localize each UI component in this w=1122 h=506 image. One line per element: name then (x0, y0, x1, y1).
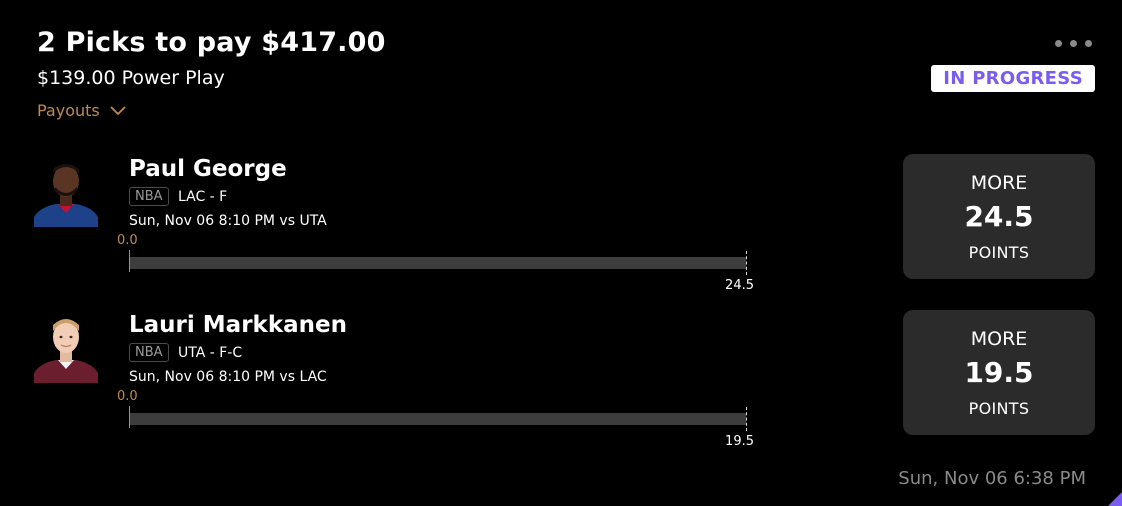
target-stat-value: 19.5 (725, 434, 754, 449)
pick-row: Paul George NBA LAC - F Sun, Nov 06 8:10… (0, 152, 1122, 302)
chevron-down-icon (110, 105, 126, 116)
team-position: LAC - F (178, 189, 228, 205)
pick-direction: MORE (970, 172, 1028, 194)
payouts-label: Payouts (37, 101, 100, 120)
pick-line-value: 19.5 (964, 356, 1034, 389)
entry-timestamp: Sun, Nov 06 6:38 PM (898, 468, 1086, 489)
player-name: Lauri Markkanen (129, 312, 347, 338)
pick-direction: MORE (970, 328, 1028, 350)
progress-target-marker (746, 251, 747, 275)
entry-title: 2 Picks to pay $417.00 (37, 27, 386, 58)
entry-subtitle: $139.00 Power Play (37, 67, 225, 89)
pick-row: Lauri Markkanen NBA UTA - F-C Sun, Nov 0… (0, 308, 1122, 458)
progress-bar (130, 257, 746, 269)
player-avatar (30, 157, 102, 227)
more-menu-button[interactable] (1053, 38, 1094, 49)
target-stat-value: 24.5 (725, 278, 754, 293)
pick-line-card[interactable]: MORE 19.5 POINTS (903, 310, 1095, 435)
league-badge: NBA (129, 187, 169, 206)
league-badge: NBA (129, 343, 169, 362)
payouts-toggle[interactable]: Payouts (37, 101, 126, 120)
current-stat-value: 0.0 (117, 389, 138, 404)
pick-line-value: 24.5 (964, 200, 1034, 233)
status-badge: IN PROGRESS (931, 65, 1095, 92)
pick-line-card[interactable]: MORE 24.5 POINTS (903, 154, 1095, 279)
pick-stat-type: POINTS (968, 399, 1030, 418)
current-stat-value: 0.0 (117, 233, 138, 248)
game-time: Sun, Nov 06 8:10 PM vs UTA (129, 213, 327, 229)
player-avatar (30, 313, 102, 383)
corner-accent (1108, 492, 1122, 506)
progress-target-marker (746, 407, 747, 431)
more-horizontal-icon-dot (1055, 40, 1062, 47)
pick-stat-type: POINTS (968, 243, 1030, 262)
more-horizontal-icon-dot (1085, 40, 1092, 47)
team-position: UTA - F-C (178, 345, 243, 361)
game-time: Sun, Nov 06 8:10 PM vs LAC (129, 369, 327, 385)
more-horizontal-icon-dot (1070, 40, 1077, 47)
progress-bar (130, 413, 746, 425)
player-name: Paul George (129, 156, 287, 182)
